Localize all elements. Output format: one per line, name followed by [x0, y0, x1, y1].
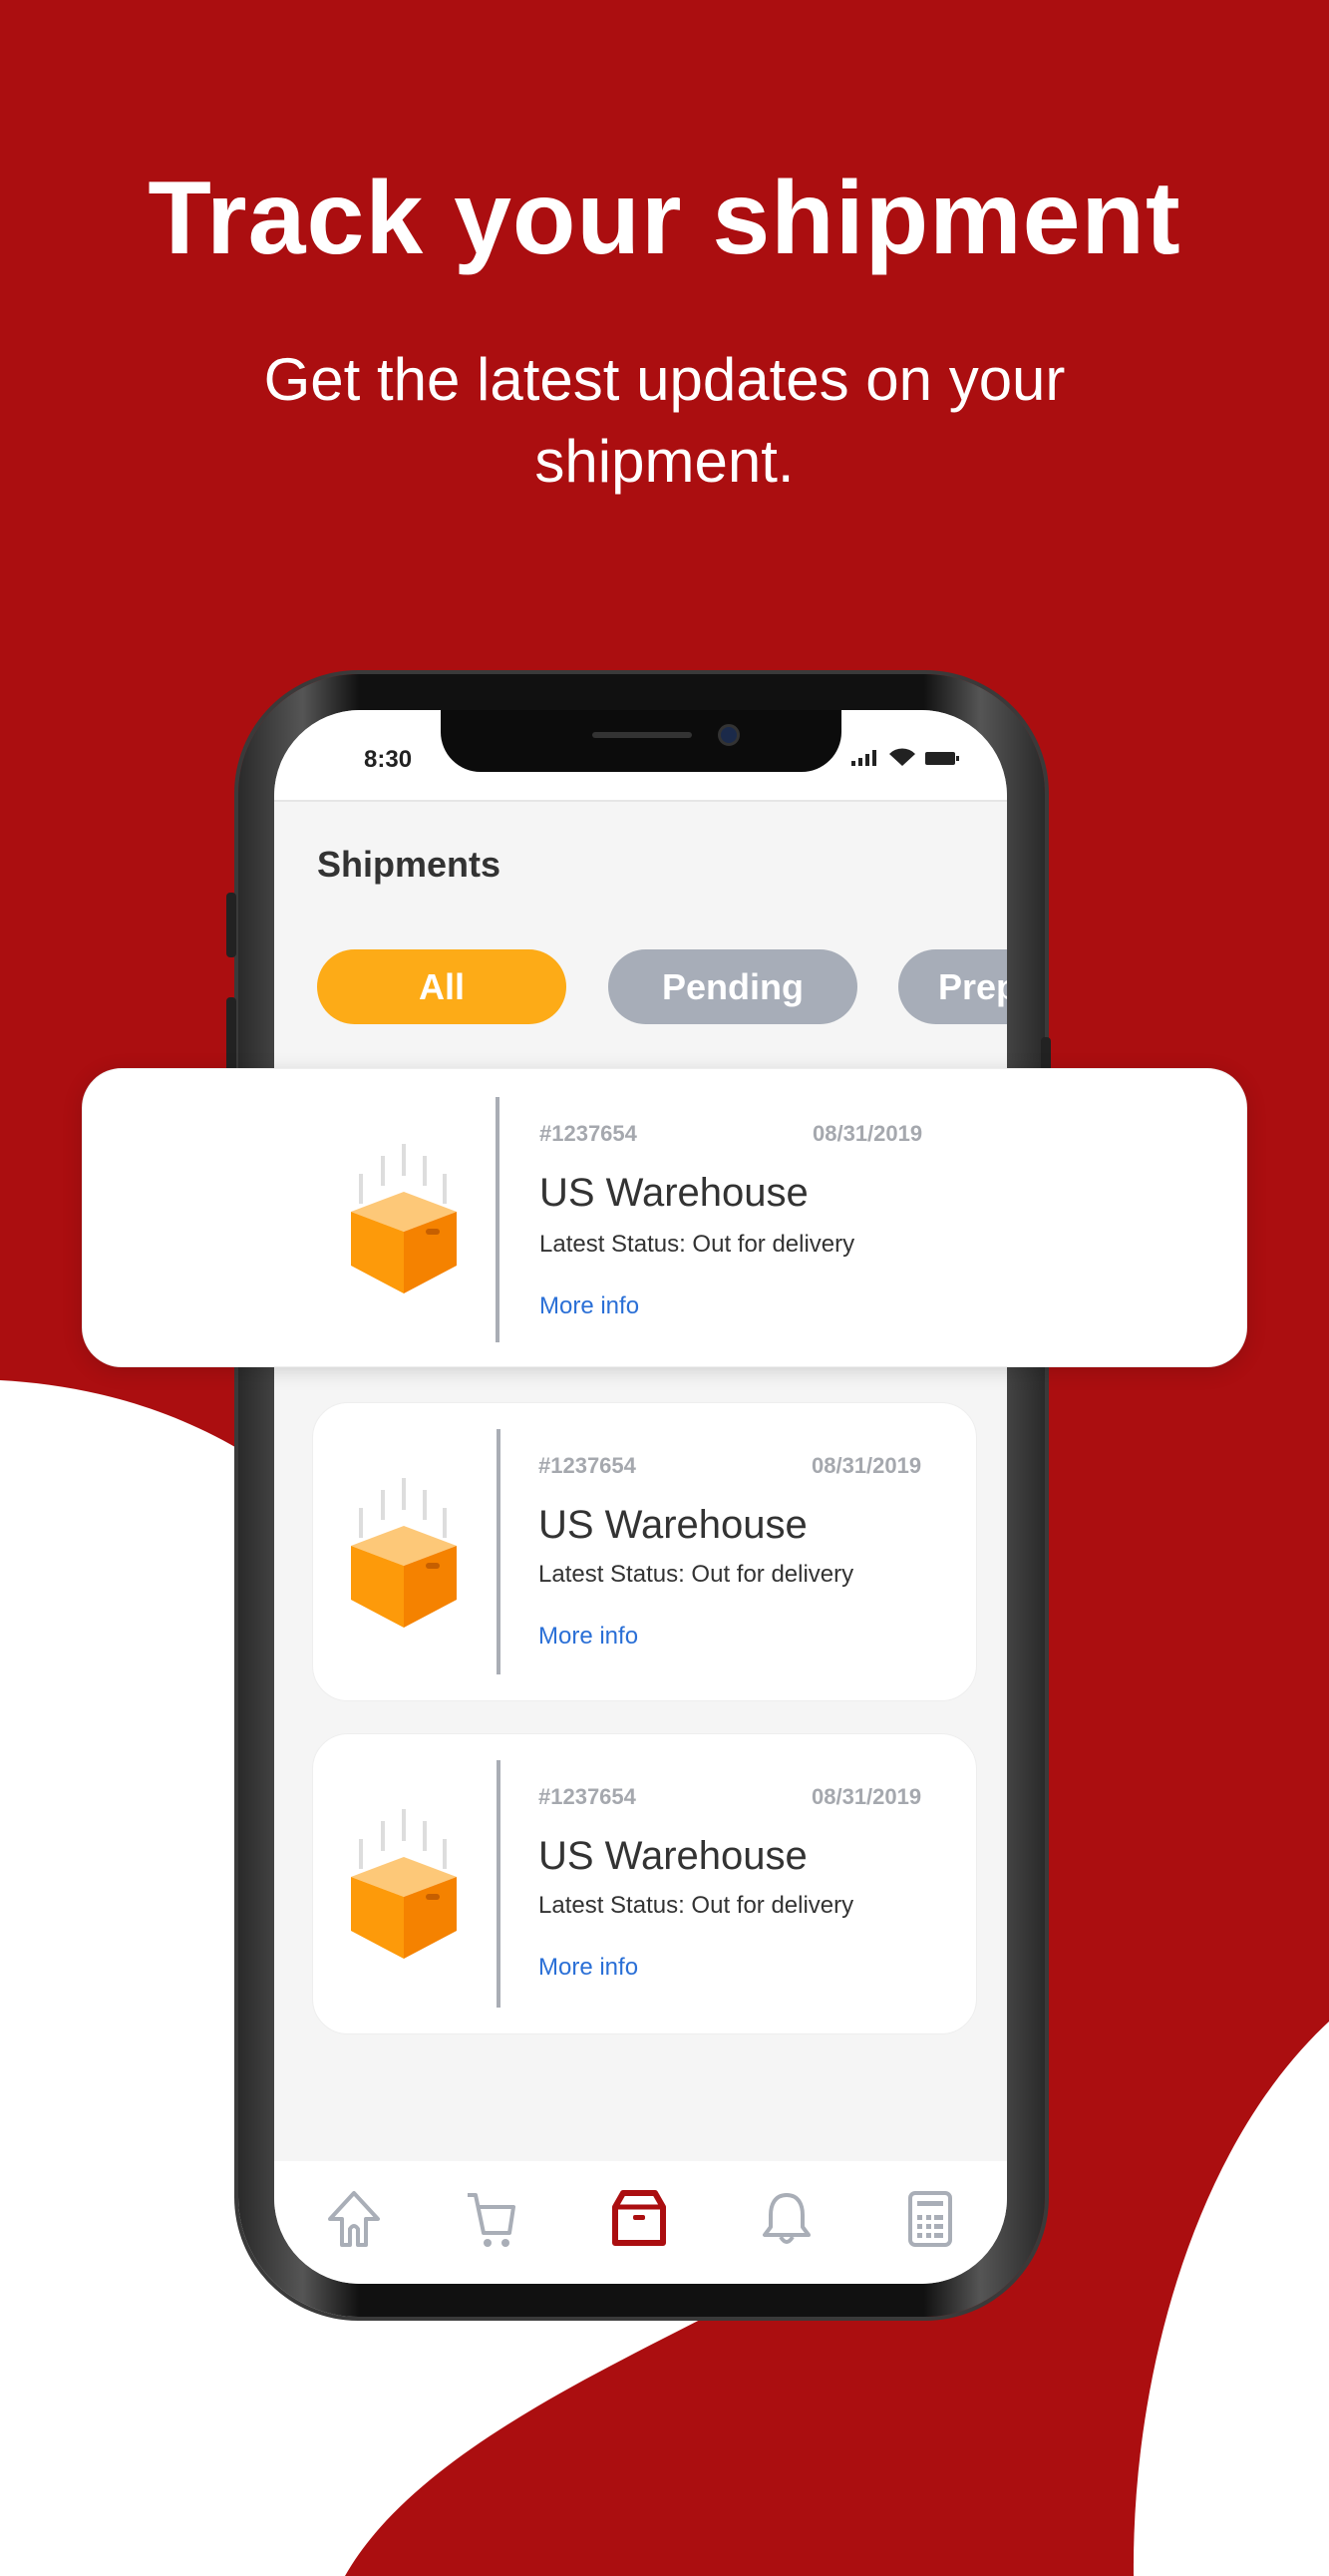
box-icon: [351, 1809, 457, 1959]
bell-icon[interactable]: [757, 2189, 817, 2249]
shipment-date: 08/31/2019: [812, 1784, 922, 1809]
shipment-status: Latest Status: Out for delivery: [539, 1231, 855, 1258]
signal-icon: [851, 750, 876, 766]
status-bar: 8:30: [274, 710, 1007, 802]
speaker: [592, 732, 692, 738]
shipment-status: Latest Status: Out for delivery: [538, 1561, 854, 1588]
shipment-name: US Warehouse: [538, 1834, 808, 1878]
shipment-card[interactable]: #1237654 08/31/2019 US Warehouse Latest …: [312, 1402, 977, 1701]
battery-icon: [925, 752, 959, 765]
bottom-tab-bar: [274, 2161, 1007, 2284]
phone-side-button: [226, 893, 236, 957]
divider: [497, 1760, 500, 2008]
calculator-icon[interactable]: [900, 2189, 960, 2249]
shipment-card-highlighted[interactable]: #1237654 08/31/2019 US Warehouse Latest …: [82, 1068, 1247, 1367]
filter-pending[interactable]: Pending: [608, 949, 857, 1024]
divider: [497, 1429, 500, 1674]
screen-title: Shipments: [317, 844, 501, 885]
shipment-status: Latest Status: Out for delivery: [538, 1892, 854, 1919]
filter-all[interactable]: All: [317, 949, 566, 1024]
hero-subtitle: Get the latest updates on your shipment.: [263, 346, 1066, 495]
more-info-link[interactable]: More info: [538, 1623, 638, 1651]
more-info-link[interactable]: More info: [538, 1954, 638, 1982]
phone-screen: 8:30 Shipments All Pending Prep #1237654…: [274, 710, 1007, 2284]
cart-icon[interactable]: [464, 2189, 523, 2249]
more-info-link[interactable]: More info: [539, 1292, 639, 1320]
shipment-name: US Warehouse: [539, 1171, 809, 1215]
shipment-date: 08/31/2019: [813, 1121, 923, 1146]
box-icon: [351, 1478, 457, 1628]
white-blob-right: [1133, 2022, 1329, 2576]
shipment-name: US Warehouse: [538, 1503, 808, 1547]
hero-title: Track your shipment: [148, 161, 1181, 276]
divider: [496, 1097, 499, 1342]
shipment-number: #1237654: [538, 1784, 636, 1809]
shipment-card[interactable]: #1237654 08/31/2019 US Warehouse Latest …: [312, 1733, 977, 2034]
status-time: 8:30: [364, 746, 413, 773]
camera: [718, 724, 740, 746]
shipment-date: 08/31/2019: [812, 1453, 922, 1478]
phone-notch: [441, 710, 841, 772]
filter-prep[interactable]: Prep: [898, 949, 1007, 1024]
box-icon[interactable]: [609, 2189, 669, 2249]
box-icon: [351, 1144, 457, 1293]
wifi-icon: [889, 748, 915, 766]
shipment-number: #1237654: [539, 1121, 637, 1146]
home-icon[interactable]: [324, 2189, 384, 2249]
shipment-number: #1237654: [538, 1453, 636, 1478]
